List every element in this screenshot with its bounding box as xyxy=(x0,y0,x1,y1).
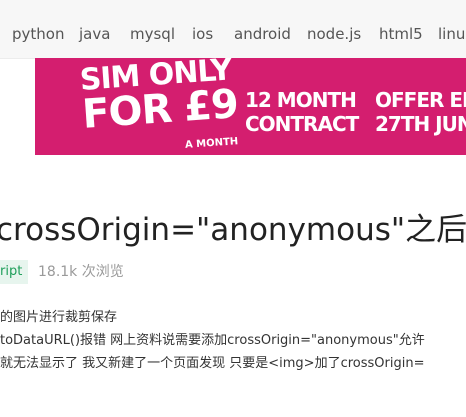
banner-mid2: CONTRACT xyxy=(245,112,359,136)
nav-item-ios[interactable]: ios xyxy=(192,24,213,44)
article-tag[interactable]: ript xyxy=(0,260,29,284)
nav-item-android[interactable]: android xyxy=(234,24,291,44)
article-line-2: toDataURL()报错 网上资料说需要添加crossOrigin="anon… xyxy=(0,333,425,348)
nav-item-html5[interactable]: html5 xyxy=(379,24,423,44)
banner-headline: SIM ONLY FOR £9 xyxy=(79,58,240,138)
nav-item-python[interactable]: python xyxy=(12,24,64,44)
banner-mid1: 12 MONTH xyxy=(245,88,357,112)
nav-item-mysql[interactable]: mysql xyxy=(130,24,175,44)
article-title: crossOrigin="anonymous"之后导 xyxy=(0,212,466,248)
nav-item-linux[interactable]: linux xyxy=(438,24,466,44)
article-line-3: 就无法显示了 我又新建了一个页面发现 只要是<img>加了crossOrigin… xyxy=(0,356,425,371)
nav-item-java[interactable]: java xyxy=(79,24,110,44)
page: python java mysql ios android node.js ht… xyxy=(0,0,466,417)
banner-contract: 12 MONTH CONTRACT xyxy=(245,88,359,136)
banner-sub: A MONTH xyxy=(184,136,239,151)
top-nav: python java mysql ios android node.js ht… xyxy=(0,0,466,59)
banner-line2: FOR £9 xyxy=(80,81,240,138)
banner-offer: OFFER END 27TH JUN '1 xyxy=(375,88,466,136)
article-line-1: 的图片进行裁剪保存 xyxy=(0,310,118,325)
nav-item-nodejs[interactable]: node.js xyxy=(307,24,361,44)
view-count: 18.1k 次浏览 xyxy=(38,264,124,280)
banner-right2: 27TH JUN '1 xyxy=(375,112,466,136)
ad-banner[interactable]: SIM ONLY FOR £9 A MONTH 12 MONTH CONTRAC… xyxy=(35,58,466,155)
banner-right1: OFFER END xyxy=(375,88,466,112)
